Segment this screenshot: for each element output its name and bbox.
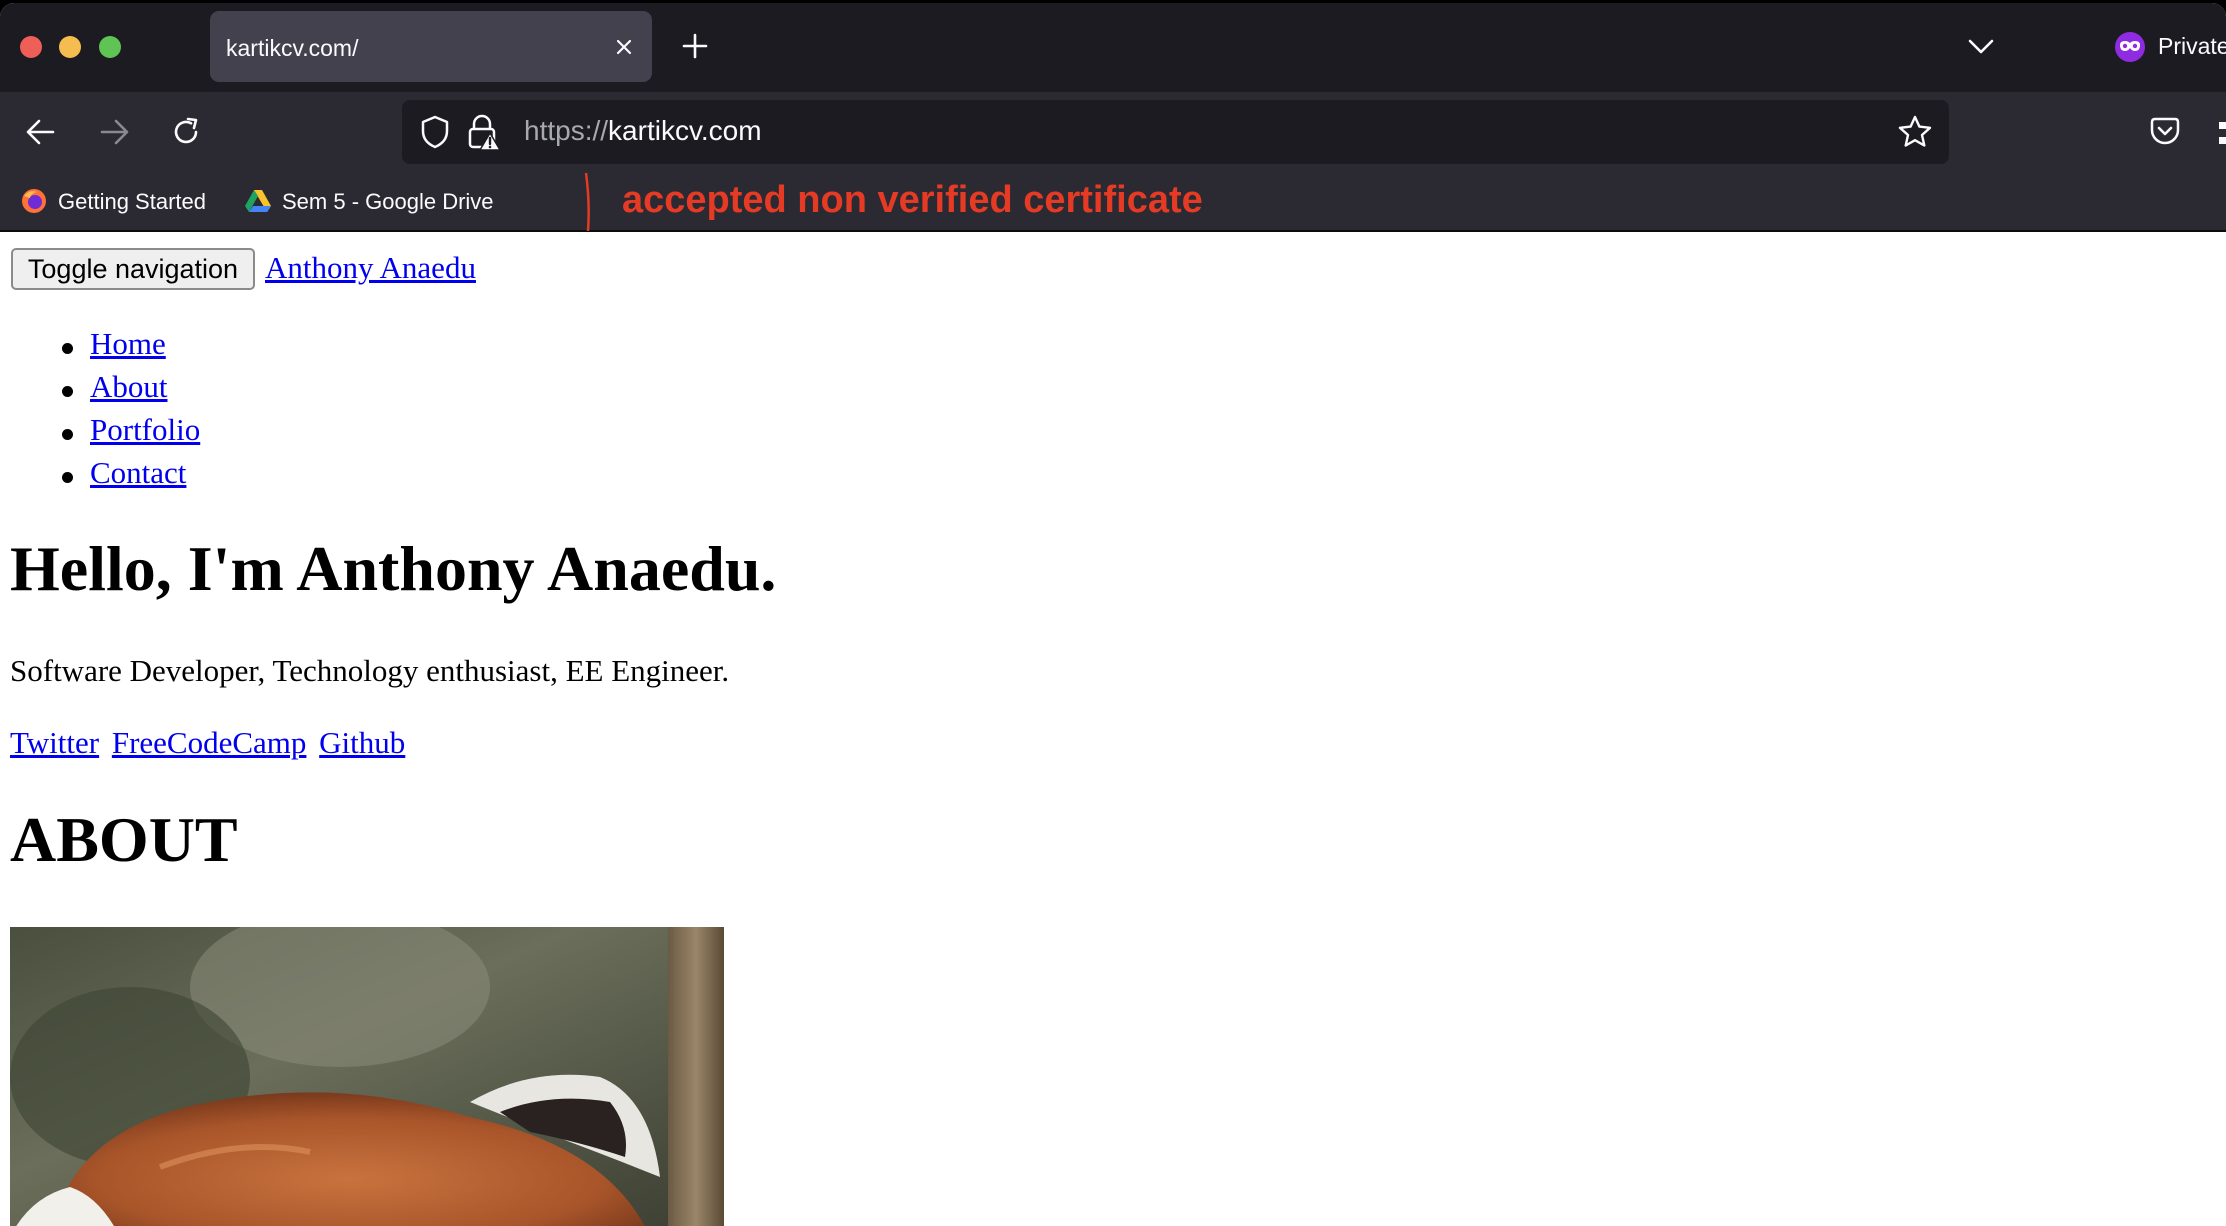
bookmark-label: Sem 5 - Google Drive xyxy=(282,189,494,214)
github-link[interactable]: Github xyxy=(319,725,405,760)
firefox-icon xyxy=(22,189,46,213)
list-bullet xyxy=(62,386,73,397)
page-content: Toggle navigation Anthony Anaedu Home Ab… xyxy=(0,232,2226,1226)
nav-link-contact[interactable]: Contact xyxy=(90,455,186,491)
back-arrow-icon[interactable] xyxy=(24,115,58,149)
tab-close-icon[interactable] xyxy=(610,33,638,61)
tab-strip: kartikcv.com/ Private xyxy=(0,3,2226,92)
insecure-lock-warning-icon[interactable] xyxy=(466,113,500,151)
list-bullet xyxy=(62,429,73,440)
tab-active[interactable]: kartikcv.com/ xyxy=(210,11,652,82)
url-host: kartikcv.com xyxy=(608,115,762,146)
twitter-link[interactable]: Twitter xyxy=(10,725,99,760)
list-bullet xyxy=(62,472,73,483)
private-mask-icon xyxy=(2115,32,2145,62)
brand-link[interactable]: Anthony Anaedu xyxy=(265,250,476,286)
extensions-overflow-icon[interactable] xyxy=(2216,120,2226,148)
bookmarks-toolbar: Getting Started Sem 5 - Google Drive acc… xyxy=(0,173,2226,232)
bookmark-star-icon[interactable] xyxy=(1897,114,1933,150)
list-bullet xyxy=(62,343,73,354)
hero-heading: Hello, I'm Anthony Anaedu. xyxy=(10,533,777,604)
navigation-toolbar: https://kartikcv.com xyxy=(0,92,2226,173)
private-label: Private xyxy=(2158,33,2226,59)
annotation-pointer-line xyxy=(584,173,590,231)
annotation-text: accepted non verified certificate xyxy=(622,179,1203,221)
reload-icon[interactable] xyxy=(169,115,203,149)
tracking-protection-shield-icon[interactable] xyxy=(418,114,452,150)
pocket-icon[interactable] xyxy=(2148,115,2182,149)
hero-tagline: Software Developer, Technology enthusias… xyxy=(10,653,730,688)
bookmark-label: Getting Started xyxy=(58,189,206,214)
address-bar[interactable]: https://kartikcv.com xyxy=(402,100,1949,164)
url-text[interactable]: https://kartikcv.com xyxy=(524,115,762,147)
url-scheme: https:// xyxy=(524,115,609,146)
nav-link-portfolio[interactable]: Portfolio xyxy=(90,412,200,448)
about-heading: ABOUT xyxy=(10,804,238,875)
window-zoom-button[interactable] xyxy=(99,36,121,58)
nav-link-about[interactable]: About xyxy=(90,369,168,405)
window-minimize-button[interactable] xyxy=(59,36,81,58)
google-drive-icon xyxy=(245,190,271,212)
toggle-navigation-button[interactable]: Toggle navigation xyxy=(11,248,255,290)
window-close-button[interactable] xyxy=(20,36,42,58)
tab-title: kartikcv.com/ xyxy=(226,35,359,61)
forward-arrow-icon[interactable] xyxy=(97,115,131,149)
new-tab-icon[interactable] xyxy=(680,31,710,61)
browser-window: kartikcv.com/ Private https://kartikcv.c… xyxy=(0,3,2226,1226)
chevron-down-icon[interactable] xyxy=(1966,33,1996,59)
social-links: Twitter FreeCodeCamp Github xyxy=(10,725,410,761)
red-panda-photo xyxy=(10,927,724,1226)
nav-link-home[interactable]: Home xyxy=(90,326,166,362)
freecodecamp-link[interactable]: FreeCodeCamp xyxy=(112,725,307,760)
